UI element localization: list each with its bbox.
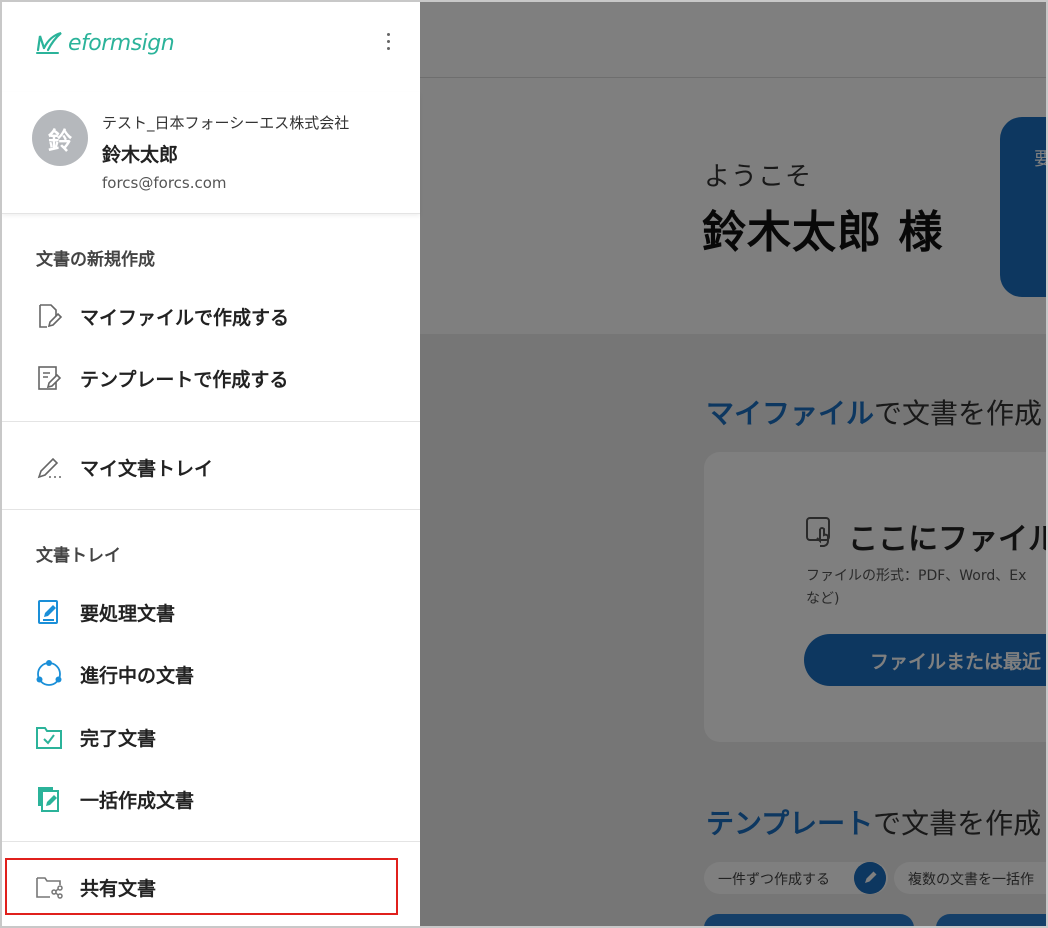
divider [2, 421, 420, 422]
new-document-group-label: 文書の新規作成 [36, 250, 155, 270]
avatar: 鈴 [32, 110, 88, 166]
company-name: テスト_日本フォーシーエス株式会社 [102, 114, 350, 132]
menu-label: 要処理文書 [80, 602, 176, 625]
menu-action-required[interactable]: 要処理文書 [2, 587, 420, 637]
menu-in-progress[interactable]: 進行中の文書 [2, 649, 420, 699]
document-tray-group-label: 文書トレイ [36, 546, 121, 566]
menu-label: 進行中の文書 [80, 664, 195, 687]
menu-label: マイ文書トレイ [80, 457, 214, 480]
menu-label: マイファイルで作成する [80, 306, 290, 329]
template-edit-icon [34, 363, 64, 393]
divider [2, 509, 420, 510]
screen-frame: ようこそ 鈴木太郎 様 要 マイファイルで文書を作成 ここにファイル ファイルの… [0, 0, 1048, 928]
user-email: forcs@forcs.com [102, 174, 227, 192]
menu-bulk-created[interactable]: 一括作成文書 [2, 774, 420, 824]
more-options-icon[interactable] [376, 26, 400, 56]
highlight-annotation [5, 858, 398, 915]
menu-create-from-myfile[interactable]: マイファイルで作成する [2, 291, 420, 341]
menu-create-from-template[interactable]: テンプレートで作成する [2, 353, 420, 403]
navigation-drawer: eformsign 鈴 テスト_日本フォーシーエス株式会社 鈴木太郎 forcs… [2, 2, 420, 926]
menu-completed[interactable]: 完了文書 [2, 712, 420, 762]
eformsign-logo[interactable]: eformsign [34, 26, 175, 60]
menu-label: テンプレートで作成する [80, 368, 289, 391]
document-edit-icon [34, 597, 64, 627]
menu-label: 一括作成文書 [80, 789, 195, 812]
cycle-icon [34, 659, 64, 689]
folder-check-icon [34, 722, 64, 752]
file-edit-icon [34, 301, 64, 331]
logo-text: eformsign [68, 30, 175, 56]
divider [2, 841, 420, 842]
pencil-icon [34, 452, 64, 482]
user-name: 鈴木太郎 [102, 144, 179, 166]
bulk-documents-icon [34, 784, 64, 814]
logo-pen-icon [36, 31, 62, 54]
menu-label: 完了文書 [80, 727, 157, 750]
menu-my-document-tray[interactable]: マイ文書トレイ [2, 442, 420, 492]
user-profile: 鈴 テスト_日本フォーシーエス株式会社 鈴木太郎 forcs@forcs.com [2, 92, 420, 214]
